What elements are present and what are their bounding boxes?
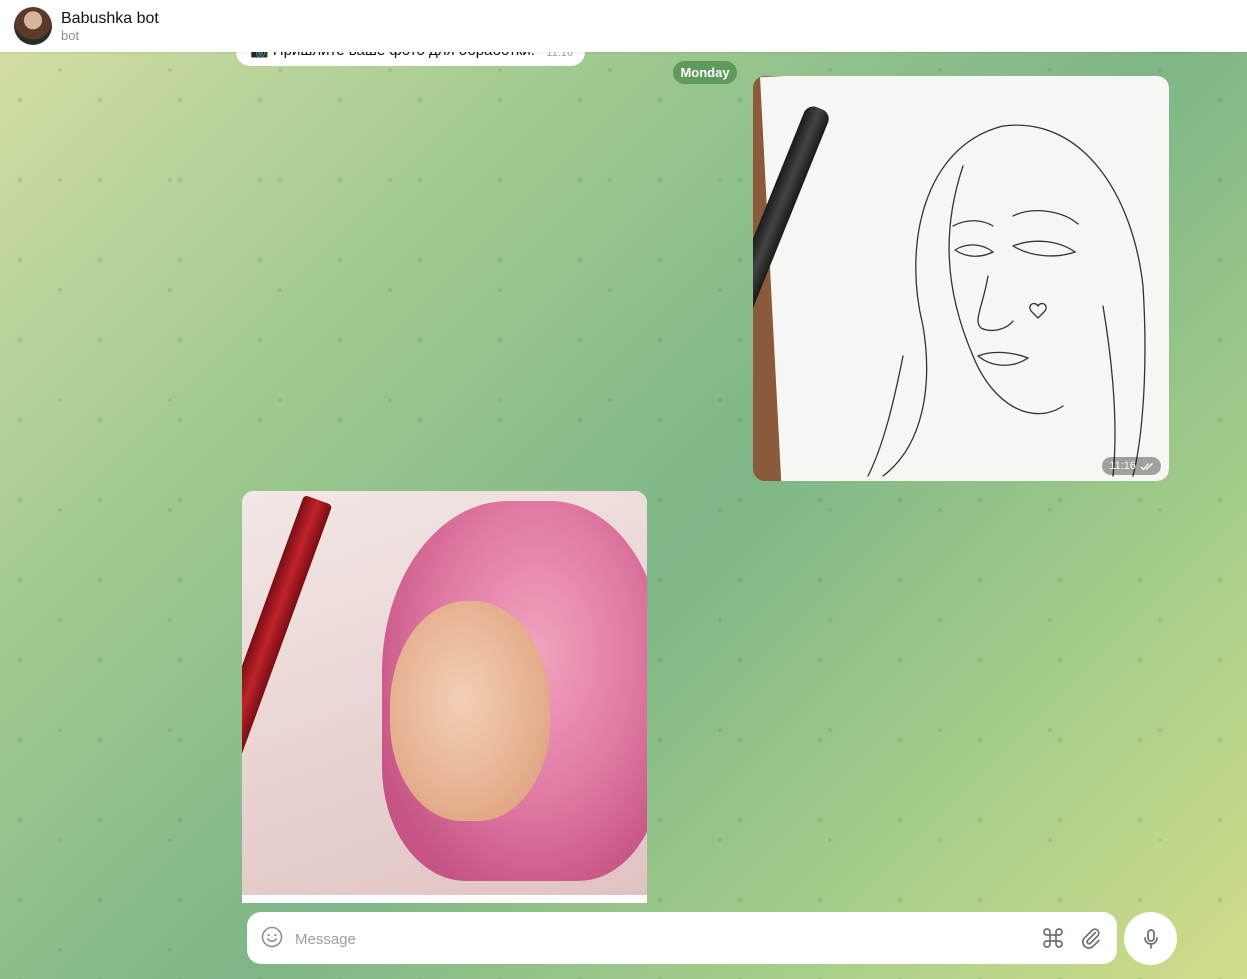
photo-time: 11:16 xyxy=(1109,460,1136,472)
pencil-image-detail xyxy=(242,494,333,788)
outgoing-photo-message[interactable]: 11:16 xyxy=(753,76,1169,481)
incoming-photo-message[interactable] xyxy=(242,491,647,903)
paperclip-icon[interactable] xyxy=(1079,926,1103,950)
date-separator: Monday xyxy=(673,61,737,84)
avatar[interactable] xyxy=(14,7,52,45)
message-input[interactable] xyxy=(293,922,1027,956)
smile-icon[interactable] xyxy=(261,926,283,948)
microphone-icon xyxy=(1143,928,1158,949)
pencil-sketch-image xyxy=(867,124,1146,477)
microphone-button[interactable] xyxy=(1124,912,1177,965)
chat-subtitle: bot xyxy=(61,27,80,43)
generated-portrait-image xyxy=(242,491,647,895)
photo-time-badge: 11:16 xyxy=(1102,457,1161,475)
double-check-icon xyxy=(1140,462,1153,470)
chat-title: Babushka bot xyxy=(61,9,159,27)
face-image-detail xyxy=(390,601,550,821)
chat-header[interactable]: Babushka bot bot xyxy=(0,0,1247,52)
command-icon[interactable] xyxy=(1041,926,1065,950)
chat-title-block[interactable]: Babushka bot bot xyxy=(61,10,159,43)
message-composer[interactable] xyxy=(247,912,1117,964)
